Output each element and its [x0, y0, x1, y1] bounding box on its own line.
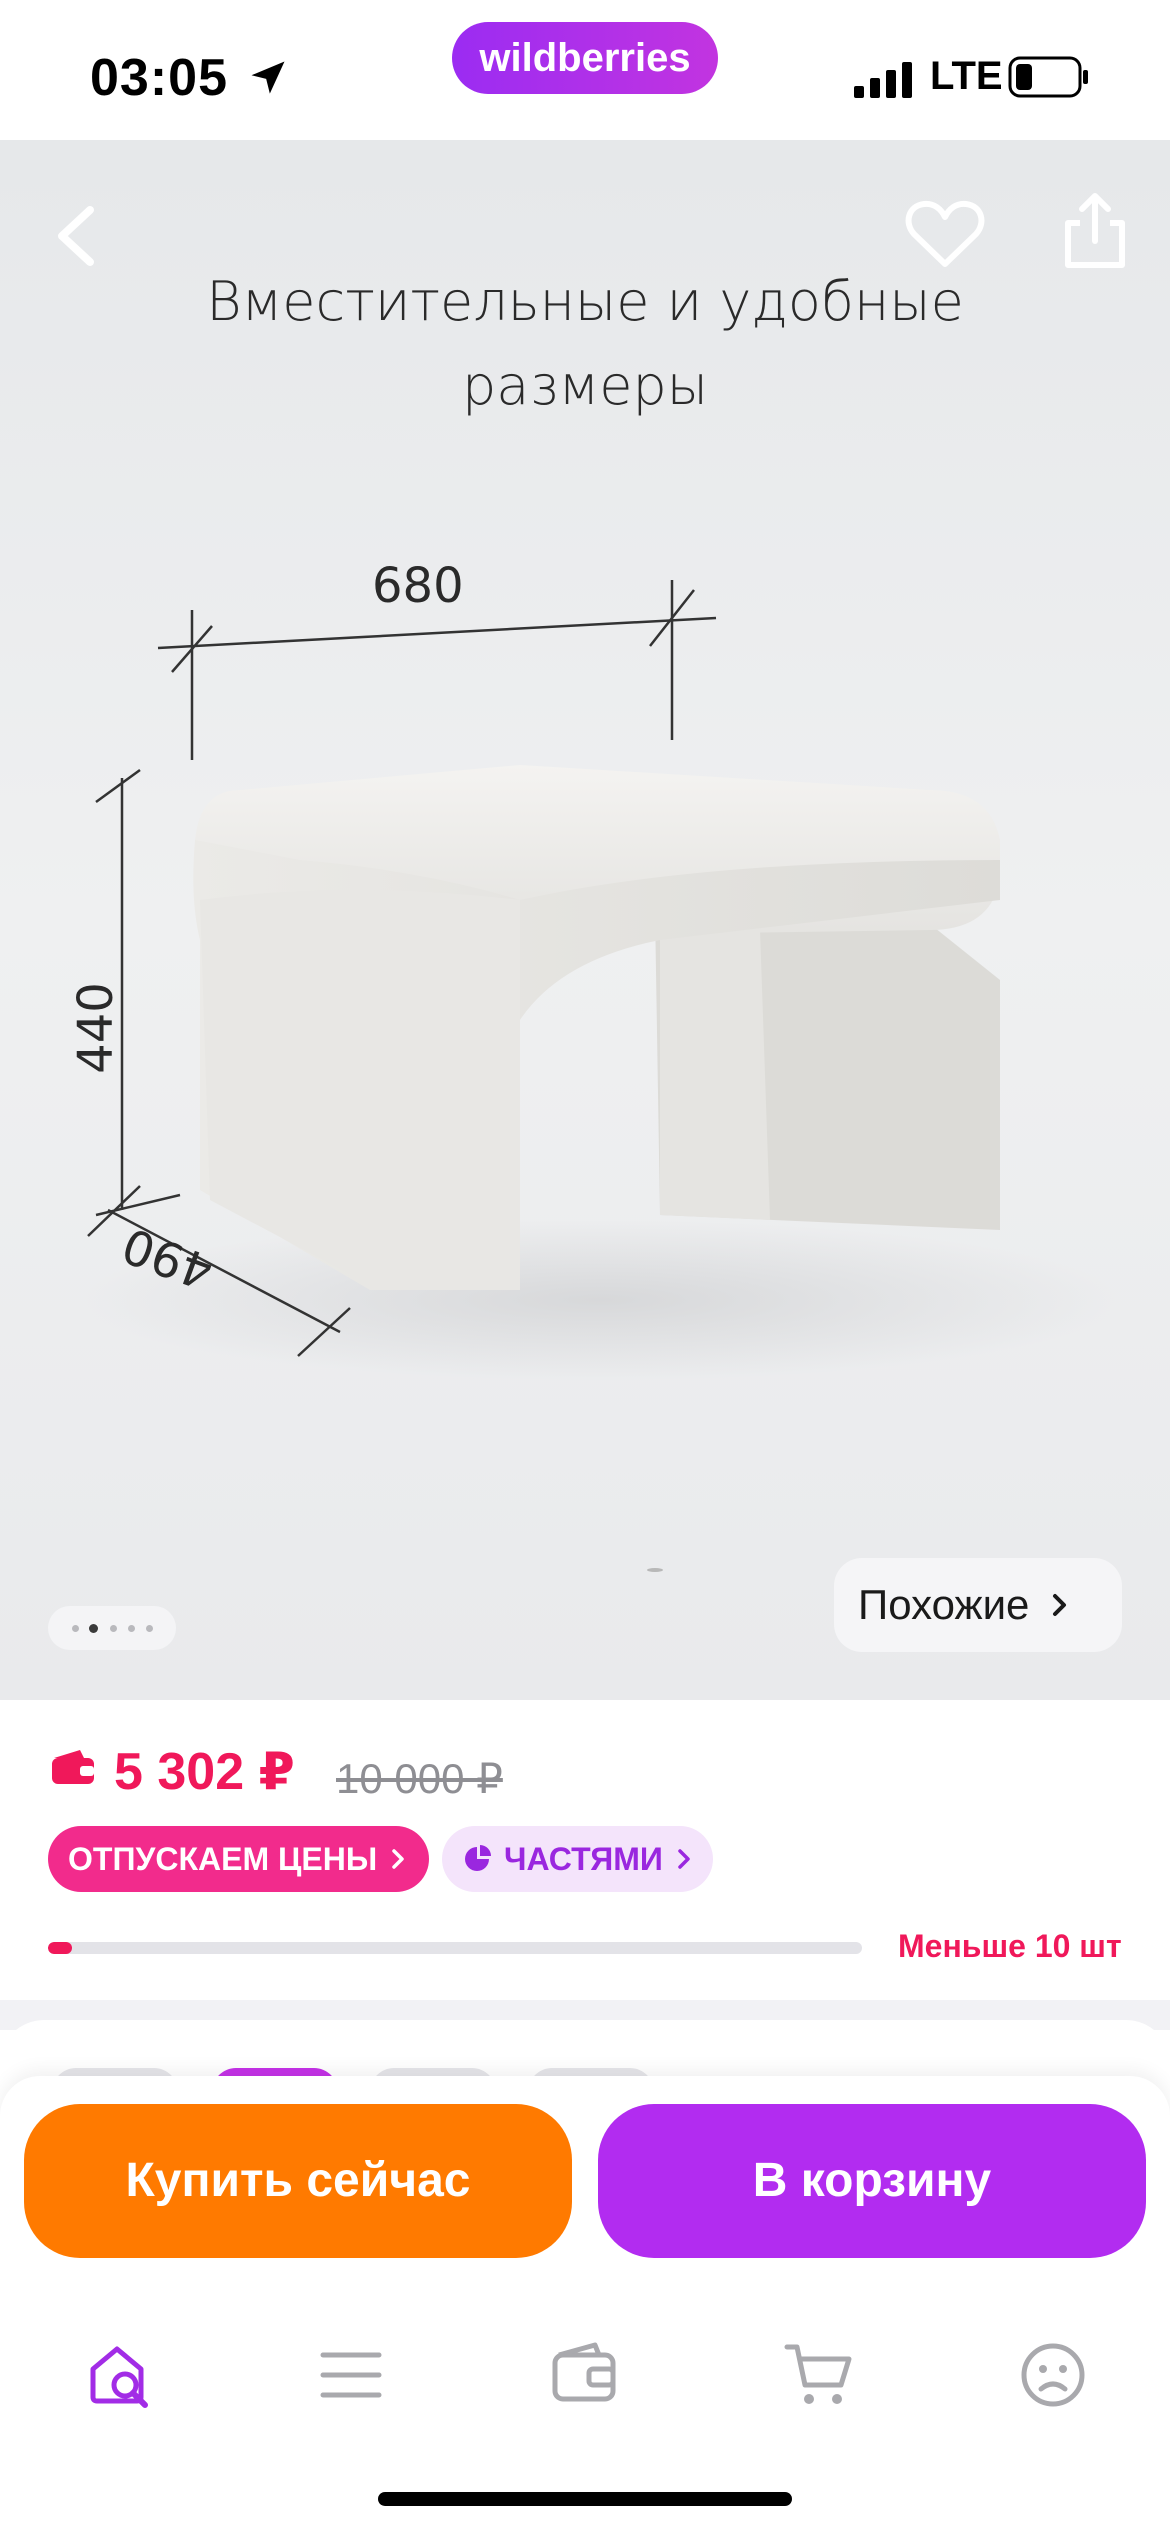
cart-icon	[784, 2344, 852, 2404]
status-bar: 03:05 wildberries LTE	[0, 0, 1170, 140]
product-gallery[interactable]: Вместительные и удобные размеры 680 440 …	[0, 140, 1170, 1700]
pager-dot	[110, 1625, 117, 1632]
pager-dot	[146, 1625, 153, 1632]
tab-catalog[interactable]	[296, 2320, 406, 2430]
installments-badge[interactable]: ЧАСТЯМИ	[442, 1826, 713, 1892]
brand-logo: wildberries	[452, 22, 718, 94]
tab-home-search[interactable]	[64, 2320, 174, 2430]
pie-chart-icon	[465, 1845, 491, 1871]
old-price: 10 000 ₽	[336, 1755, 503, 1802]
action-bar: Купить сейчас В корзину	[0, 2076, 1170, 2306]
signal-icon	[854, 62, 912, 98]
tab-bar	[0, 2306, 1170, 2532]
wallet-icon	[52, 1750, 94, 1784]
pager-dot	[128, 1625, 135, 1632]
caption-line-2: размеры	[461, 354, 709, 417]
caption-line-1: Вместительные и удобные	[206, 270, 964, 333]
pager-dot	[72, 1625, 79, 1632]
tab-cart[interactable]	[764, 2320, 874, 2430]
tab-wallet[interactable]	[530, 2320, 640, 2430]
stock-progress-fill	[48, 1942, 73, 1954]
chevron-right-icon	[392, 1849, 404, 1869]
dimension-height: 440	[68, 982, 124, 1074]
menu-icon	[320, 2352, 382, 2398]
image-pager[interactable]	[48, 1606, 176, 1650]
chevron-right-icon	[678, 1849, 690, 1869]
wallet-icon	[552, 2342, 616, 2402]
stock-status: Меньше 10 шт	[898, 1928, 1122, 1964]
pager-dot-active	[89, 1624, 98, 1633]
buy-now-button[interactable]: Купить сейчас	[24, 2104, 572, 2258]
location-arrow-icon	[251, 61, 285, 94]
home-search-icon	[90, 2346, 148, 2408]
add-to-cart-button[interactable]: В корзину	[598, 2104, 1146, 2258]
image-caption: Вместительные и удобные размеры	[0, 260, 1170, 428]
profile-icon	[1021, 2343, 1085, 2407]
tab-profile[interactable]	[998, 2320, 1108, 2430]
promo-badge-prices[interactable]: ОТПУСКАЕМ ЦЕНЫ	[48, 1826, 430, 1892]
promo-badge-label: ОТПУСКАЕМ ЦЕНЫ	[68, 1841, 378, 1877]
chevron-right-icon	[1053, 1594, 1067, 1616]
dimension-width: 680	[372, 558, 464, 614]
installments-label: ЧАСТЯМИ	[504, 1841, 663, 1877]
similar-label: Похожие	[858, 1581, 1030, 1628]
similar-button[interactable]: Похожие	[834, 1558, 1122, 1652]
price-card: 5 302 ₽ 10 000 ₽ ОТПУСКАЕМ ЦЕНЫ ЧАСТЯМИ …	[0, 1700, 1170, 2000]
network-label: LTE	[930, 54, 1003, 98]
stock-progress-bar	[48, 1942, 862, 1954]
status-time: 03:05	[90, 49, 228, 107]
current-price: 5 302 ₽	[114, 1743, 295, 1801]
home-indicator	[378, 2492, 792, 2506]
battery-icon	[1008, 56, 1088, 98]
